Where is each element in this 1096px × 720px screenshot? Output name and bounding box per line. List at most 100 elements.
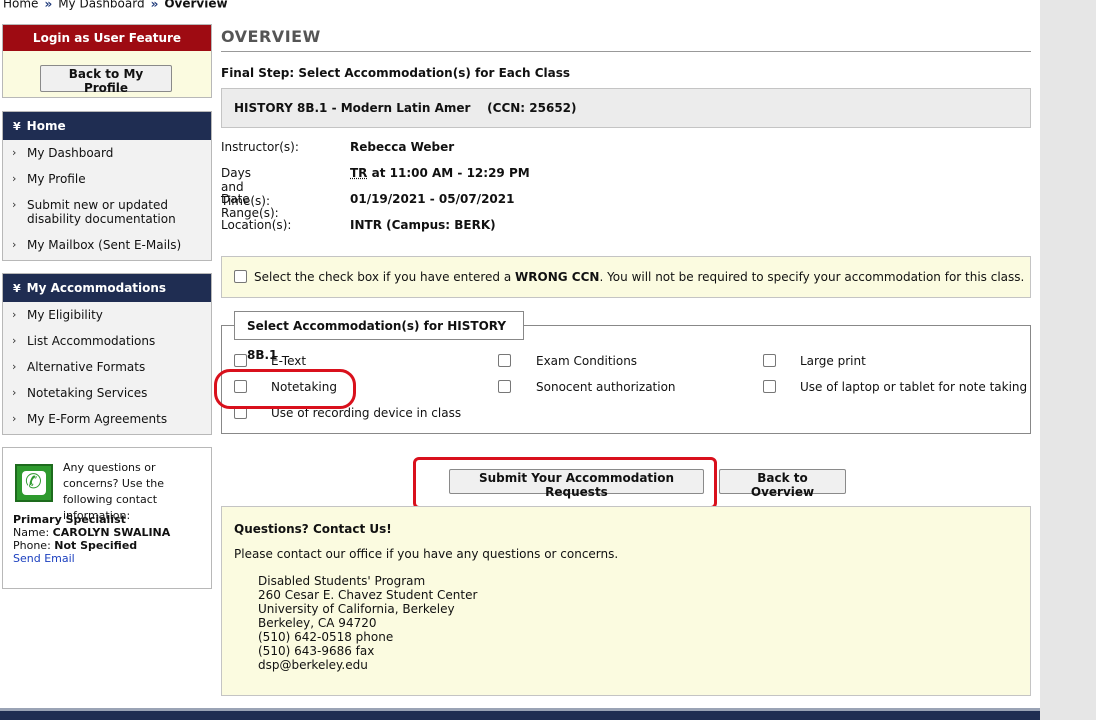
title-divider: [221, 51, 1031, 52]
accommodation-legend: Select Accommodation(s) for HISTORY 8B.1: [234, 311, 524, 362]
checkbox-large-print[interactable]: [763, 354, 776, 367]
login-as-user-body: Back to My Profile: [3, 51, 211, 97]
option-e-text[interactable]: E-Text: [271, 354, 306, 368]
date-range-label: Date Range(s):: [221, 192, 279, 220]
sidebar-item-my-dashboard[interactable]: › My Dashboard: [3, 144, 211, 162]
send-email-link[interactable]: Send Email: [13, 552, 75, 565]
breadcrumb-dashboard[interactable]: My Dashboard: [58, 0, 144, 11]
location-value: INTR (Campus: BERK): [350, 218, 496, 232]
back-to-profile-button[interactable]: Back to My Profile: [40, 65, 172, 95]
address-line: Disabled Students' Program: [258, 574, 426, 588]
contact-info: Primary Specialist Name: CAROLYN SWALINA…: [13, 513, 170, 565]
contact-heading: Primary Specialist: [13, 513, 126, 526]
wrong-ccn-text: Select the check box if you have entered…: [254, 270, 1024, 284]
sidebar-item-label: Alternative Formats: [27, 360, 146, 374]
sidebar-item-my-eligibility[interactable]: › My Eligibility: [3, 306, 211, 324]
instructor-label: Instructor(s):: [221, 140, 299, 154]
wrong-ccn-box: Select the check box if you have entered…: [221, 256, 1031, 298]
home-nav-header[interactable]: ¥ Home: [3, 112, 211, 140]
chevron-right-icon: ›: [12, 308, 17, 321]
checkbox-exam-conditions[interactable]: [498, 354, 511, 367]
sidebar-item-submit-documentation[interactable]: › Submit new or updated disability docume…: [3, 196, 211, 228]
page-title: OVERVIEW: [221, 27, 321, 46]
sidebar-item-alternative-formats[interactable]: › Alternative Formats: [3, 358, 211, 376]
sidebar-item-label: My E-Form Agreements: [27, 412, 168, 426]
instructor-value: Rebecca Weber: [350, 140, 455, 154]
window-gutter: [1040, 0, 1096, 720]
chevron-right-icon: ›: [12, 360, 17, 373]
location-label: Location(s):: [221, 218, 292, 232]
option-laptop-tablet[interactable]: Use of laptop or tablet for note taking: [800, 380, 1027, 394]
chevron-right-icon: ›: [12, 238, 17, 251]
sidebar-item-label: My Dashboard: [27, 146, 114, 160]
sidebar-item-label: My Mailbox (Sent E-Mails): [27, 238, 182, 252]
class-header-box: HISTORY 8B.1 - Modern Latin Amer (CCN: 2…: [221, 88, 1031, 128]
chevron-right-icon: ›: [12, 198, 17, 211]
sidebar-item-list-accommodations[interactable]: › List Accommodations: [3, 332, 211, 350]
home-nav-panel: ¥ Home › My Dashboard › My Profile › Submit …: [2, 111, 212, 261]
breadcrumb-current: Overview: [164, 0, 228, 11]
breadcrumb: Home » My Dashboard » Overview: [3, 0, 228, 11]
home-nav-list: › My Dashboard › My Profile › Submit new or…: [3, 140, 211, 260]
back-to-overview-button[interactable]: Back to Overview: [719, 469, 846, 499]
sidebar-item-my-mailbox[interactable]: › My Mailbox (Sent E-Mails): [3, 236, 211, 254]
accommodations-nav-title: My Accommodations: [26, 281, 167, 295]
option-exam-conditions[interactable]: Exam Conditions: [536, 354, 637, 368]
phone-icon: [15, 464, 53, 502]
breadcrumb-separator-icon: »: [44, 0, 53, 11]
address-phone: (510) 642-0518 phone: [258, 630, 394, 644]
home-nav-title: Home: [26, 119, 66, 133]
notetaking-highlight: [214, 369, 356, 409]
contact-panel: Any questions or concerns? Use the follo…: [2, 447, 212, 589]
time-range: at 11:00 AM - 12:29 PM: [371, 166, 530, 180]
double-chevron-down-icon: ¥: [13, 120, 21, 133]
accommodations-nav-panel: ¥ My Accommodations › My Eligibility › List…: [2, 273, 212, 435]
footer-bar: [0, 708, 1040, 720]
days-abbrev: TR: [350, 166, 368, 180]
days-time-value: TR at 11:00 AM - 12:29 PM: [350, 166, 530, 180]
address-line: 260 Cesar E. Chavez Student Center: [258, 588, 478, 602]
sidebar-item-label: Notetaking Services: [27, 386, 148, 400]
chevron-right-icon: ›: [12, 334, 17, 347]
contact-phone: Not Specified: [54, 539, 138, 552]
contact-address: Disabled Students' Program 260 Cesar E. …: [258, 574, 477, 672]
address-fax: (510) 643-9686 fax: [258, 644, 375, 658]
breadcrumb-separator-icon: »: [150, 0, 159, 11]
wrong-ccn-bold: WRONG CCN: [515, 270, 600, 284]
breadcrumb-home[interactable]: Home: [3, 0, 38, 11]
login-as-user-panel: Login as User Feature Back to My Profile: [2, 24, 212, 98]
contact-us-box: Questions? Contact Us! Please contact ou…: [221, 506, 1031, 696]
contact-name: CAROLYN SWALINA: [52, 526, 171, 539]
checkbox-laptop-tablet[interactable]: [763, 380, 776, 393]
accommodations-nav-header[interactable]: ¥ My Accommodations: [3, 274, 211, 302]
wrong-ccn-text-after: . You will not be required to specify yo…: [599, 270, 1025, 284]
contact-name-label: Name:: [13, 526, 50, 539]
class-header: HISTORY 8B.1 - Modern Latin Amer (CCN: 2…: [234, 101, 577, 115]
chevron-right-icon: ›: [12, 146, 17, 159]
date-range-value: 01/19/2021 - 05/07/2021: [350, 192, 515, 206]
sidebar-item-my-profile[interactable]: › My Profile: [3, 170, 211, 188]
address-line: Berkeley, CA 94720: [258, 616, 377, 630]
checkbox-e-text[interactable]: [234, 354, 247, 367]
sidebar-item-eform-agreements[interactable]: › My E-Form Agreements: [3, 410, 211, 428]
chevron-right-icon: ›: [12, 172, 17, 185]
wrong-ccn-checkbox[interactable]: [234, 270, 247, 283]
contact-phone-label: Phone:: [13, 539, 51, 552]
login-as-user-title: Login as User Feature: [3, 25, 211, 51]
sidebar-item-label: Submit new or updated disability documen…: [27, 198, 176, 226]
double-chevron-down-icon: ¥: [13, 282, 21, 295]
wrong-ccn-text-before: Select the check box if you have entered…: [254, 270, 512, 284]
sidebar-item-label: My Profile: [27, 172, 86, 186]
option-sonocent[interactable]: Sonocent authorization: [536, 380, 676, 394]
contact-us-text: Please contact our office if you have an…: [234, 547, 619, 561]
accommodations-nav-list: › My Eligibility › List Accommodations › Al…: [3, 302, 211, 434]
sidebar-item-label: My Eligibility: [27, 308, 103, 322]
checkbox-sonocent[interactable]: [498, 380, 511, 393]
chevron-right-icon: ›: [12, 412, 17, 425]
sidebar-item-label: List Accommodations: [27, 334, 156, 348]
sidebar-item-notetaking-services[interactable]: › Notetaking Services: [3, 384, 211, 402]
address-email: dsp@berkeley.edu: [258, 658, 368, 672]
address-line: University of California, Berkeley: [258, 602, 455, 616]
option-large-print[interactable]: Large print: [800, 354, 866, 368]
submit-requests-button[interactable]: Submit Your Accommodation Requests: [449, 469, 704, 499]
